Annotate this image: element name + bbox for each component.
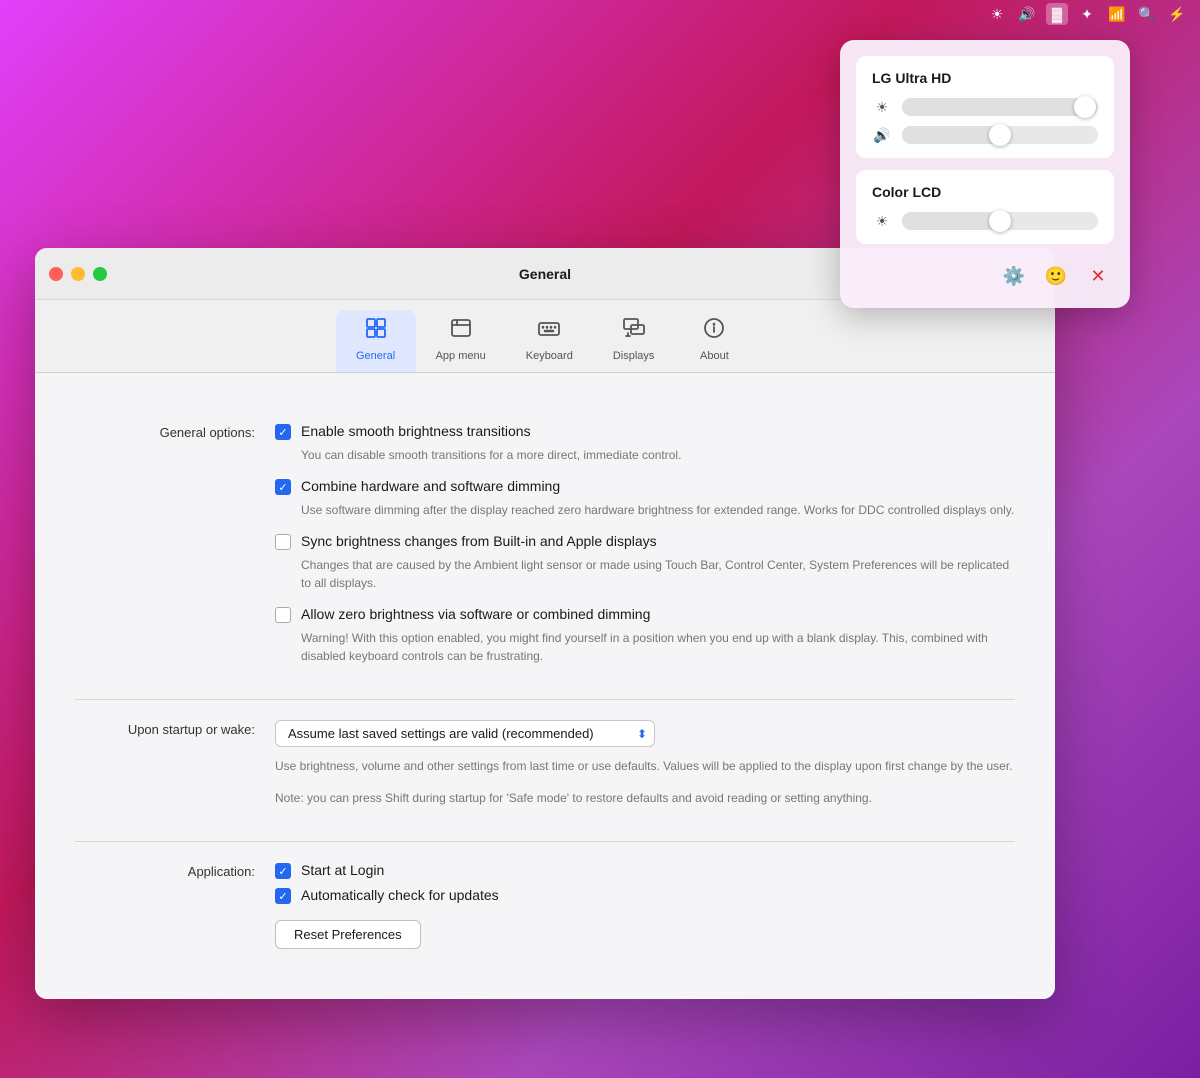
popover-settings-button[interactable]: ⚙️ bbox=[998, 260, 1030, 292]
lcd-brightness-icon: ☀ bbox=[872, 213, 892, 230]
general-options-label: General options: bbox=[75, 423, 275, 440]
maximize-window-button[interactable] bbox=[93, 267, 107, 281]
tab-keyboard[interactable]: Keyboard bbox=[506, 310, 593, 372]
auto-update-label: Automatically check for updates bbox=[301, 887, 499, 903]
application-label: Application: bbox=[75, 862, 275, 879]
sync-brightness-checkbox[interactable] bbox=[275, 534, 291, 550]
combine-dimming-option: ✓ Combine hardware and software dimming bbox=[275, 478, 1015, 495]
search-menubar-icon[interactable]: 🔍 bbox=[1136, 3, 1158, 25]
popover-actions: ⚙️ 🙂 ✕ bbox=[856, 256, 1114, 292]
auto-update-checkbox[interactable]: ✓ bbox=[275, 888, 291, 904]
lcd-brightness-slider[interactable] bbox=[902, 212, 1098, 230]
tab-app-menu[interactable]: App menu bbox=[416, 310, 506, 372]
start-at-login-option: ✓ Start at Login bbox=[275, 862, 1015, 879]
application-content: ✓ Start at Login ✓ Automatically check f… bbox=[275, 862, 1015, 949]
sync-brightness-label: Sync brightness changes from Built-in an… bbox=[301, 533, 657, 549]
close-window-button[interactable] bbox=[49, 267, 63, 281]
startup-desc2: Note: you can press Shift during startup… bbox=[275, 789, 1015, 807]
minimize-window-button[interactable] bbox=[71, 267, 85, 281]
displays-tab-icon bbox=[622, 316, 646, 346]
popover-close-button[interactable]: ✕ bbox=[1082, 260, 1114, 292]
zero-brightness-desc: Warning! With this option enabled, you m… bbox=[301, 629, 1015, 665]
startup-row: Upon startup or wake: Assume last saved … bbox=[75, 700, 1015, 842]
volume-slider-icon: 🔊 bbox=[872, 127, 892, 144]
window-title: General bbox=[519, 266, 571, 282]
app-menu-tab-label: App menu bbox=[436, 350, 486, 362]
display-popover: LG Ultra HD ☀ 🔊 Color LCD ☀ bbox=[840, 40, 1130, 308]
auto-update-option: ✓ Automatically check for updates bbox=[275, 887, 1015, 904]
tab-displays[interactable]: Displays bbox=[593, 310, 675, 372]
combine-dimming-label: Combine hardware and software dimming bbox=[301, 478, 560, 494]
menubar: ☀ 🔊 ▓ ✦ 📶 🔍 ⚡ bbox=[974, 0, 1200, 28]
lg-brightness-row: ☀ bbox=[872, 98, 1098, 116]
window-controls bbox=[49, 267, 107, 281]
lg-ultrahd-section: LG Ultra HD ☀ 🔊 bbox=[856, 56, 1114, 158]
application-row: Application: ✓ Start at Login ✓ Automati… bbox=[75, 842, 1015, 969]
volume-menubar-icon[interactable]: 🔊 bbox=[1016, 3, 1038, 25]
displays-tab-label: Displays bbox=[613, 350, 655, 362]
battery-menubar-icon[interactable]: ▓ bbox=[1046, 3, 1068, 25]
combine-dimming-desc: Use software dimming after the display r… bbox=[301, 501, 1015, 519]
startup-content: Assume last saved settings are valid (re… bbox=[275, 720, 1015, 821]
content-area: General options: ✓ Enable smooth brightn… bbox=[35, 373, 1055, 999]
startup-label: Upon startup or wake: bbox=[75, 720, 275, 737]
zero-brightness-option: Allow zero brightness via software or co… bbox=[275, 606, 1015, 623]
startup-select-wrapper: Assume last saved settings are valid (re… bbox=[275, 720, 655, 747]
power-menubar-icon[interactable]: ⚡ bbox=[1166, 3, 1188, 25]
main-window: General General App me bbox=[35, 248, 1055, 999]
lg-brightness-slider[interactable] bbox=[902, 98, 1098, 116]
start-at-login-checkbox[interactable]: ✓ bbox=[275, 863, 291, 879]
lcd-brightness-row: ☀ bbox=[872, 212, 1098, 230]
keyboard-tab-icon bbox=[537, 316, 561, 346]
combine-dimming-checkbox[interactable]: ✓ bbox=[275, 479, 291, 495]
about-tab-icon bbox=[702, 316, 726, 346]
startup-desc1: Use brightness, volume and other setting… bbox=[275, 757, 1015, 775]
app-menu-tab-icon bbox=[449, 316, 473, 346]
smooth-brightness-label: Enable smooth brightness transitions bbox=[301, 423, 531, 439]
toolbar: General App menu bbox=[35, 300, 1055, 373]
lg-volume-row: 🔊 bbox=[872, 126, 1098, 144]
color-lcd-title: Color LCD bbox=[872, 184, 1098, 200]
popover-smiley-button[interactable]: 🙂 bbox=[1040, 260, 1072, 292]
brightness-menubar-icon[interactable]: ☀ bbox=[986, 3, 1008, 25]
zero-brightness-label: Allow zero brightness via software or co… bbox=[301, 606, 650, 622]
smooth-brightness-checkbox[interactable]: ✓ bbox=[275, 424, 291, 440]
zero-brightness-checkbox[interactable] bbox=[275, 607, 291, 623]
tab-about[interactable]: About bbox=[674, 310, 754, 372]
color-lcd-section: Color LCD ☀ bbox=[856, 170, 1114, 244]
general-options-content: ✓ Enable smooth brightness transitions Y… bbox=[275, 423, 1015, 679]
keyboard-tab-label: Keyboard bbox=[526, 350, 573, 362]
sync-brightness-option: Sync brightness changes from Built-in an… bbox=[275, 533, 1015, 550]
smooth-brightness-desc: You can disable smooth transitions for a… bbox=[301, 446, 1015, 464]
about-tab-label: About bbox=[700, 350, 729, 362]
brightness-slider-icon: ☀ bbox=[872, 99, 892, 116]
start-at-login-label: Start at Login bbox=[301, 862, 384, 878]
wifi-menubar-icon[interactable]: 📶 bbox=[1106, 3, 1128, 25]
general-tab-icon bbox=[364, 316, 388, 346]
reset-preferences-button[interactable]: Reset Preferences bbox=[275, 920, 421, 949]
startup-dropdown[interactable]: Assume last saved settings are valid (re… bbox=[275, 720, 655, 747]
general-options-row: General options: ✓ Enable smooth brightn… bbox=[75, 403, 1015, 700]
lg-ultrahd-title: LG Ultra HD bbox=[872, 70, 1098, 86]
sync-brightness-desc: Changes that are caused by the Ambient l… bbox=[301, 556, 1015, 592]
tab-general[interactable]: General bbox=[336, 310, 416, 372]
general-tab-label: General bbox=[356, 350, 395, 362]
lg-volume-slider[interactable] bbox=[902, 126, 1098, 144]
startup-select-wrapper-outer: Assume last saved settings are valid (re… bbox=[275, 720, 1015, 747]
bluetooth-menubar-icon[interactable]: ✦ bbox=[1076, 3, 1098, 25]
smooth-brightness-option: ✓ Enable smooth brightness transitions bbox=[275, 423, 1015, 440]
